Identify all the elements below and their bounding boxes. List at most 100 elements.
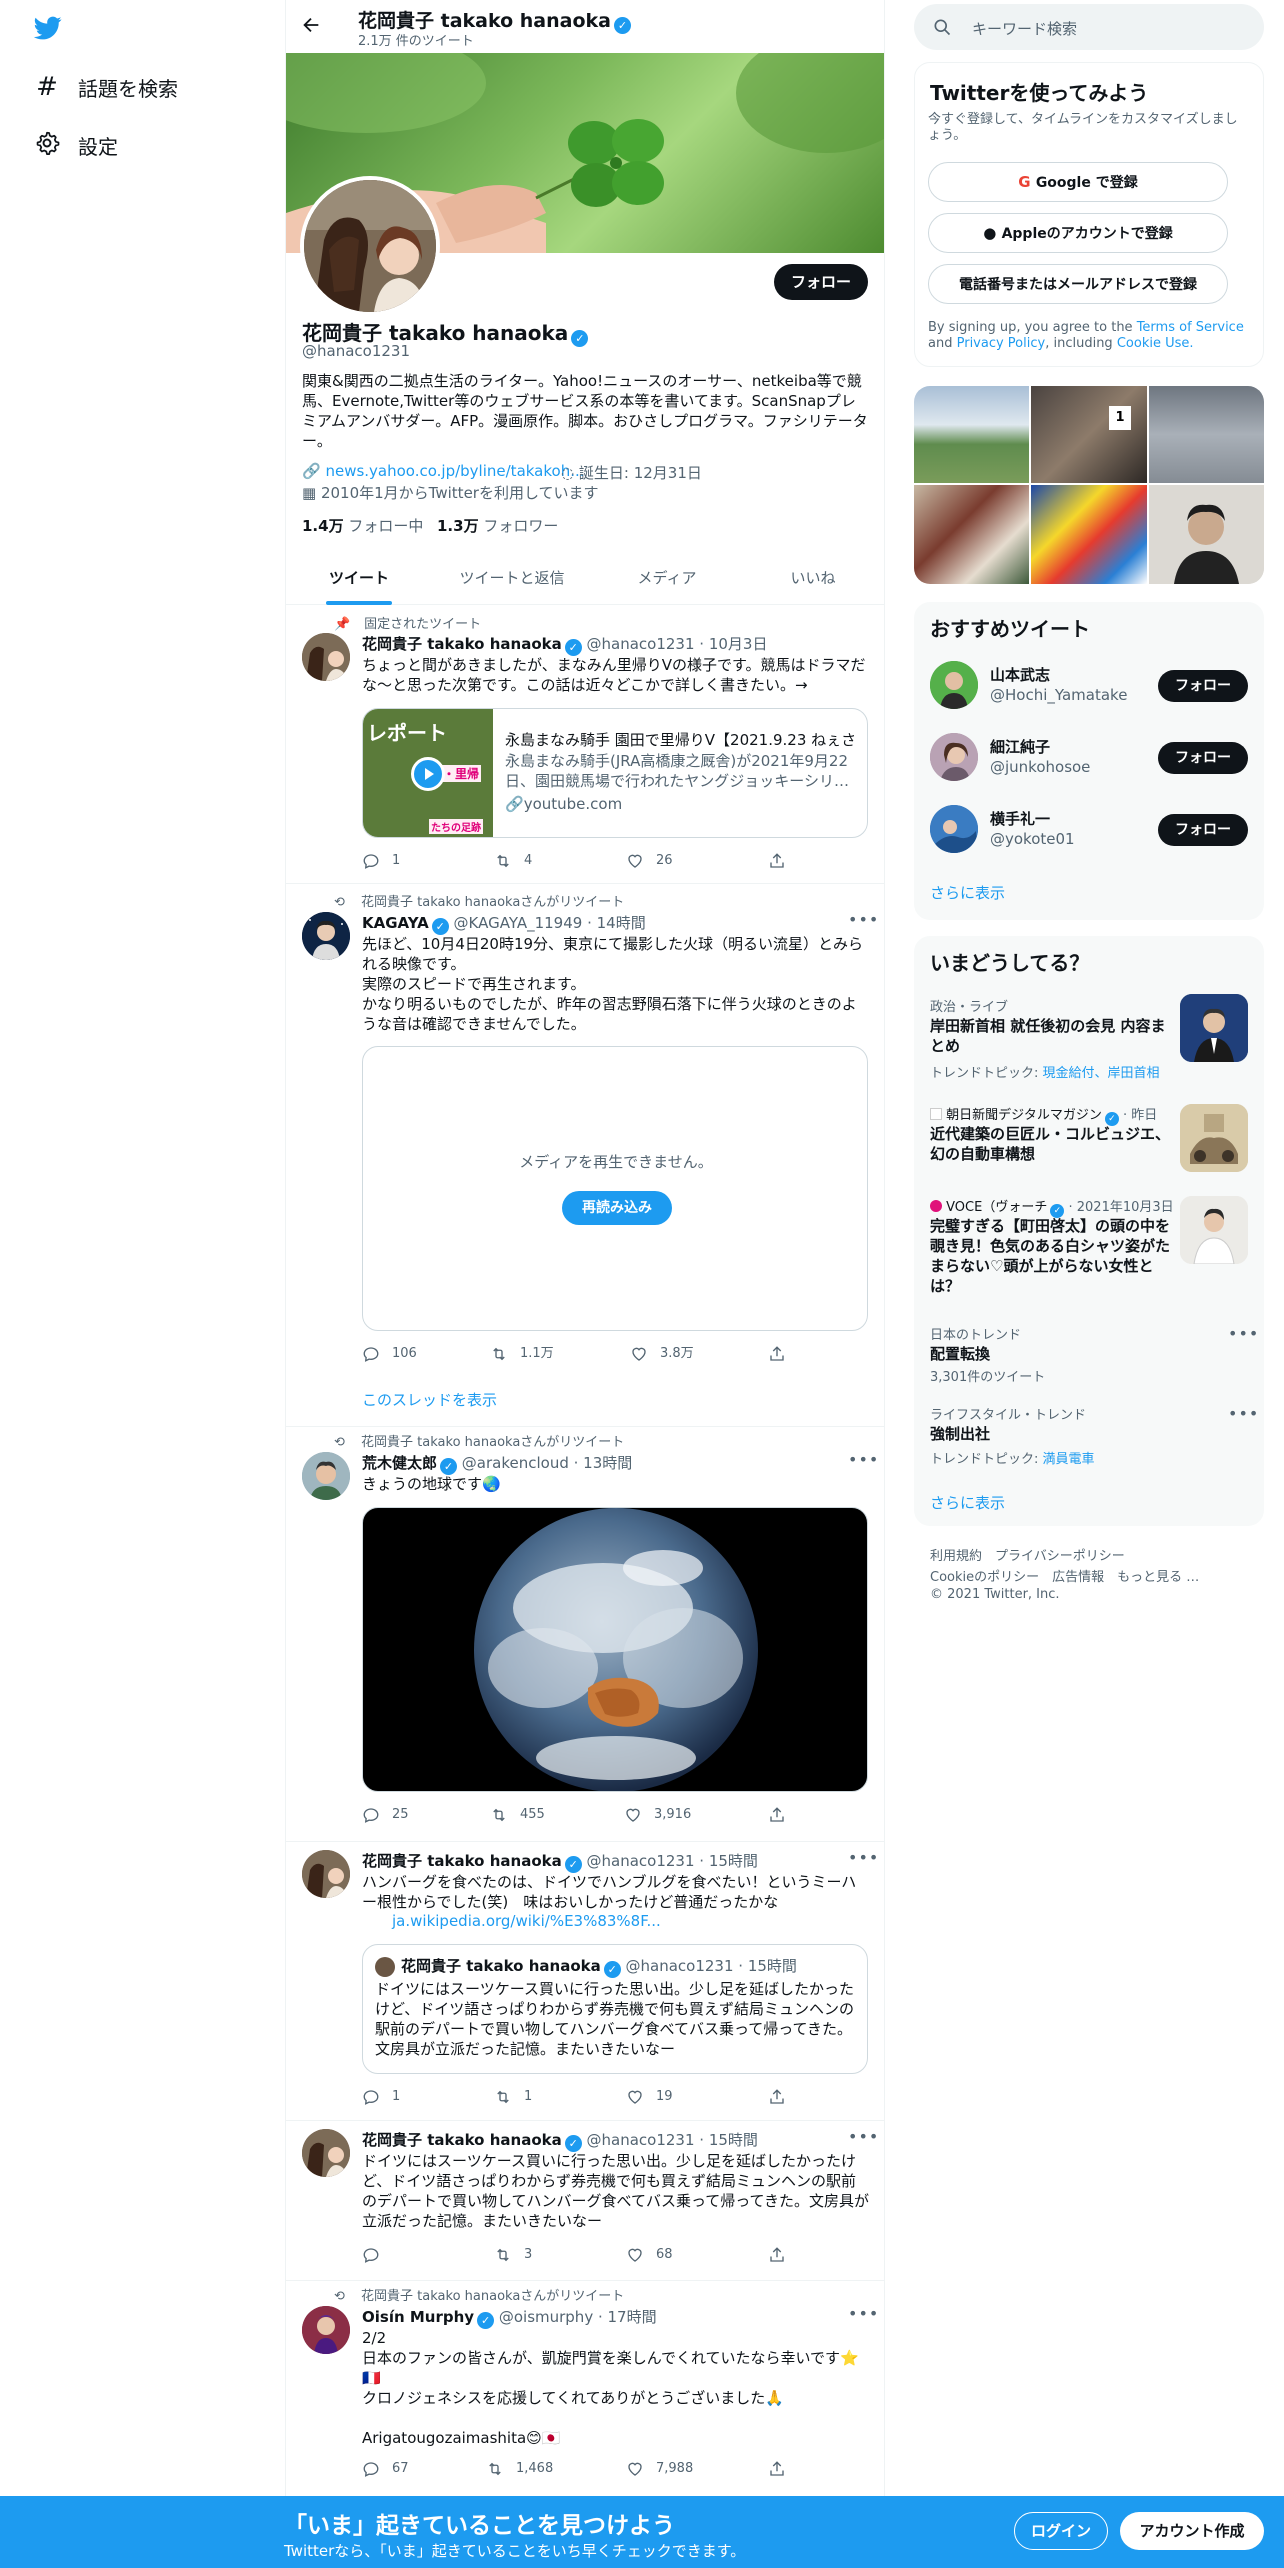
media-thumb[interactable]: 1 xyxy=(1031,386,1147,483)
media-thumb[interactable] xyxy=(1031,485,1147,584)
avatar[interactable] xyxy=(302,912,350,960)
tweet-time[interactable]: 14時間 xyxy=(597,914,646,932)
trend-meta-links[interactable]: 現金給付、岸田首相 xyxy=(1043,1066,1160,1081)
trend-title[interactable]: 完璧すぎる【町田啓太】の頭の中を覗き見！色気のある白シャツ姿がたまらない♡頭が上… xyxy=(930,1216,1170,1296)
trends-show-more[interactable]: さらに表示 xyxy=(930,1492,1005,1513)
quote-tweet[interactable]: 花岡貴子 takako hanaoka ✓ @hanaco1231 · 15時間 … xyxy=(362,1944,868,2074)
footer-links[interactable]: 利用規約 プライバシーポリシー xyxy=(930,1545,1125,1564)
retweet-button[interactable]: 3 xyxy=(494,2245,532,2265)
more-icon[interactable]: ••• xyxy=(848,1848,879,1867)
tweet-link[interactable]: ja.wikipedia.org/wiki/%E3%83%8F... xyxy=(392,1912,661,1930)
tweet-time[interactable]: 15時間 xyxy=(709,2131,758,2149)
tweet-author-handle[interactable]: @hanaco1231 xyxy=(587,2131,695,2149)
more-icon[interactable]: ••• xyxy=(848,2304,879,2323)
tweet-author-name[interactable]: Oisín Murphy xyxy=(362,2308,474,2326)
tweet-author-handle[interactable]: @KAGAYA_11949 xyxy=(454,914,583,932)
retweet-button[interactable]: 4 xyxy=(494,851,532,871)
avatar[interactable] xyxy=(302,2306,350,2354)
like-button[interactable]: 68 xyxy=(626,2245,673,2265)
tweet-author-name[interactable]: 花岡貴子 takako hanaoka xyxy=(362,2131,562,2149)
like-button[interactable]: 7,988 xyxy=(626,2459,693,2479)
tweet-author-handle[interactable]: @hanaco1231 xyxy=(587,635,695,653)
more-icon[interactable]: ••• xyxy=(848,910,879,929)
reply-button[interactable]: 67 xyxy=(362,2459,409,2479)
tweet-author-handle[interactable]: @arakencloud xyxy=(462,1454,569,1472)
recommend-follow-button[interactable]: フォロー xyxy=(1158,814,1248,846)
avatar[interactable] xyxy=(302,633,350,681)
recommend-user-name[interactable]: 山本武志 xyxy=(990,664,1050,685)
more-icon[interactable]: ••• xyxy=(1228,1324,1259,1343)
back-button[interactable] xyxy=(300,14,324,38)
twitter-logo[interactable] xyxy=(32,14,64,46)
phone-signup-button[interactable]: 電話番号またはメールアドレスで登録 xyxy=(928,264,1228,304)
following-stat[interactable]: 1.4万 フォロー中 xyxy=(302,515,423,536)
search-input[interactable]: キーワード検索 xyxy=(972,18,1077,39)
retweet-button[interactable]: 1,468 xyxy=(486,2459,553,2479)
avatar[interactable] xyxy=(302,1452,350,1500)
more-icon[interactable]: ••• xyxy=(1228,1404,1259,1423)
tab-tweets[interactable]: ツイート xyxy=(286,556,432,605)
tweet-author-name[interactable]: 花岡貴子 takako hanaoka xyxy=(362,635,562,653)
like-button[interactable]: 3,916 xyxy=(624,1805,691,1825)
tweet-author-handle[interactable]: @hanaco1231 xyxy=(587,1852,695,1870)
media-thumb[interactable] xyxy=(1149,485,1264,584)
trend-title[interactable]: 配置転換 xyxy=(930,1344,990,1364)
avatar[interactable] xyxy=(930,733,978,781)
play-icon[interactable] xyxy=(411,757,445,791)
earth-image[interactable] xyxy=(362,1507,868,1792)
media-thumb[interactable] xyxy=(1149,386,1264,483)
avatar[interactable] xyxy=(302,1850,350,1898)
reload-button[interactable]: 再読み込み xyxy=(562,1191,672,1225)
tweet-time[interactable]: 13時間 xyxy=(583,1454,632,1472)
nav-settings[interactable]: 設定 xyxy=(34,128,118,162)
like-button[interactable]: 3.8万 xyxy=(630,1344,694,1364)
nav-explore[interactable]: # 話題を検索 xyxy=(34,70,178,104)
privacy-link[interactable]: Privacy Policy xyxy=(957,336,1046,351)
trend-title[interactable]: 近代建築の巨匠ル・コルビュジエ、幻の自動車構想 xyxy=(930,1124,1170,1164)
share-button[interactable] xyxy=(768,1344,798,1364)
recommend-follow-button[interactable]: フォロー xyxy=(1158,742,1248,774)
retweet-context-label[interactable]: 花岡貴子 takako hanaokaさんがリツイート xyxy=(361,1435,624,1450)
apple-signup-button[interactable]: ● Appleのアカウントで登録 xyxy=(928,213,1228,253)
avatar[interactable] xyxy=(930,661,978,709)
reply-button[interactable]: 1 xyxy=(362,2087,400,2107)
tweet-time[interactable]: 17時間 xyxy=(608,2308,657,2326)
tweet-author-name[interactable]: KAGAYA xyxy=(362,914,429,932)
recommend-show-more[interactable]: さらに表示 xyxy=(930,882,1005,903)
share-button[interactable] xyxy=(768,2245,798,2265)
footer-links[interactable]: Cookieのポリシー 広告情報 もっと見る … xyxy=(930,1566,1199,1585)
login-button[interactable]: ログイン xyxy=(1014,2512,1108,2550)
share-button[interactable] xyxy=(768,2087,798,2107)
link-card[interactable]: レポート 祝・里帰 たちの足跡 永島まなみ騎手 園田で里帰りV【2021.9.2… xyxy=(362,708,868,838)
avatar[interactable] xyxy=(302,2129,350,2177)
trend-image[interactable] xyxy=(1180,1104,1248,1172)
trend-meta-links[interactable]: 満員電車 xyxy=(1043,1452,1095,1467)
tweet-time[interactable]: 15時間 xyxy=(709,1852,758,1870)
profile-avatar[interactable] xyxy=(300,176,440,316)
reply-button[interactable]: 106 xyxy=(362,1344,417,1364)
profile-link[interactable]: 🔗 news.yahoo.co.jp/byline/takakoh... xyxy=(302,462,585,480)
tweet-author-name[interactable]: 荒木健太郎 xyxy=(362,1454,437,1472)
share-button[interactable] xyxy=(768,851,798,871)
tweet-author-name[interactable]: 花岡貴子 takako hanaoka xyxy=(362,1852,562,1870)
retweet-button[interactable]: 455 xyxy=(490,1805,545,1825)
more-icon[interactable]: ••• xyxy=(848,2127,879,2146)
show-thread-link[interactable]: このスレッドを表示 xyxy=(362,1389,497,1410)
reply-button[interactable]: 1 xyxy=(362,851,400,871)
media-thumb[interactable] xyxy=(914,485,1029,584)
tweet-author-handle[interactable]: @oismurphy xyxy=(499,2308,593,2326)
reply-button[interactable]: 25 xyxy=(362,1805,409,1825)
profile-follow-button[interactable]: フォロー xyxy=(774,264,868,300)
retweet-button[interactable]: 1.1万 xyxy=(490,1344,554,1364)
tab-tweets-replies[interactable]: ツイートと返信 xyxy=(432,556,592,605)
more-icon[interactable]: ••• xyxy=(848,1450,879,1469)
search-box[interactable]: キーワード検索 xyxy=(914,4,1264,50)
terms-link[interactable]: Terms of Service xyxy=(1137,320,1244,335)
like-button[interactable]: 26 xyxy=(626,851,673,871)
followers-stat[interactable]: 1.3万 フォロワー xyxy=(437,515,558,536)
google-signup-button[interactable]: G Google で登録 xyxy=(928,162,1228,202)
share-button[interactable] xyxy=(768,1805,798,1825)
recommend-follow-button[interactable]: フォロー xyxy=(1158,670,1248,702)
retweet-context-label[interactable]: 花岡貴子 takako hanaokaさんがリツイート xyxy=(361,2289,624,2304)
trend-image[interactable] xyxy=(1180,994,1248,1062)
